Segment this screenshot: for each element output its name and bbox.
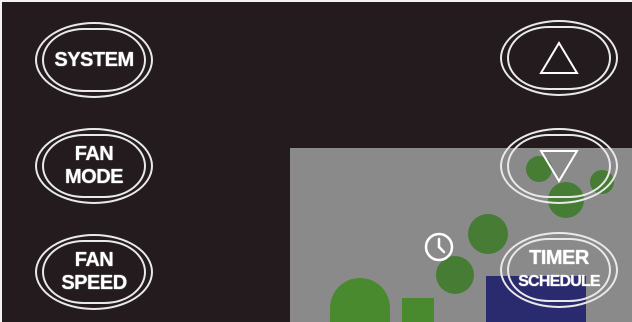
down-button[interactable]: [500, 128, 618, 204]
fan-mode-label-line1: FAN: [74, 143, 114, 165]
system-button[interactable]: SYSTEM: [35, 22, 153, 98]
schedule-label: SCHEDULE: [518, 273, 600, 290]
fan-mode-label: FAN MODE: [65, 143, 124, 189]
fan-speed-label: FAN SPEED: [61, 249, 127, 295]
fan-speed-label-line1: FAN: [74, 249, 114, 271]
clock-icon: [424, 232, 454, 262]
fan-speed-label-line2: SPEED: [61, 272, 127, 294]
logo-fragment: [330, 278, 390, 322]
logo-fragment: [402, 298, 434, 322]
system-label: SYSTEM: [54, 48, 134, 71]
timer-schedule-label: TIMER SCHEDULE: [518, 247, 600, 293]
fan-speed-button[interactable]: FAN SPEED: [35, 234, 153, 310]
fan-mode-label-line2: MODE: [65, 166, 124, 188]
timer-label: TIMER: [529, 247, 589, 269]
fan-mode-button[interactable]: FAN MODE: [35, 128, 153, 204]
down-triangle-icon: [539, 150, 579, 183]
up-triangle-icon: [539, 41, 579, 74]
up-button[interactable]: [500, 20, 618, 96]
thermostat-panel: SYSTEM FAN MODE FAN SPEED TIMER SCHEDULE: [0, 0, 632, 322]
timer-schedule-button[interactable]: TIMER SCHEDULE: [500, 232, 618, 308]
